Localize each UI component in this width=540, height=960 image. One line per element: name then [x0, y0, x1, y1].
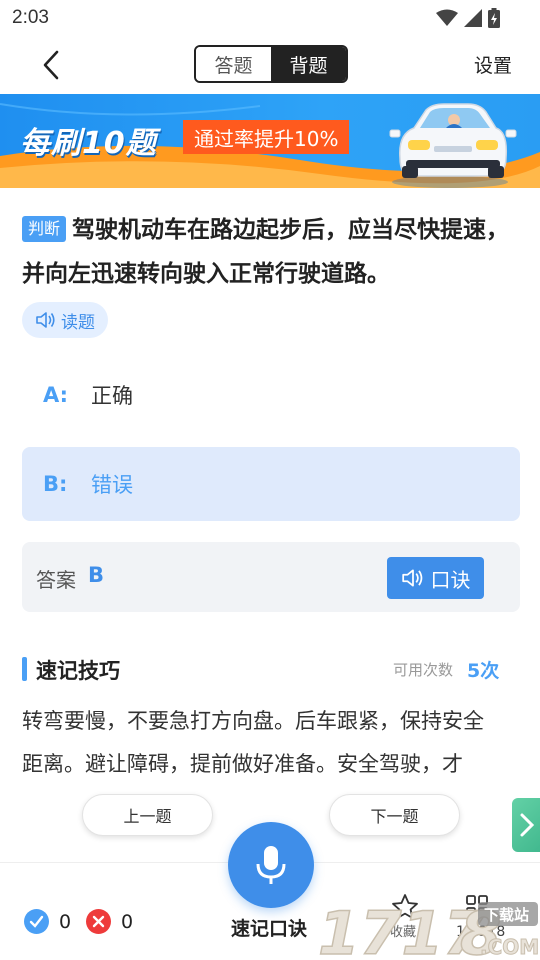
side-next-tab[interactable]	[512, 798, 540, 852]
question-text-block: 判断 驾驶机动车在路边起步后，应当尽快提速，并向左迅速转向驶入正常行驶道路。	[22, 208, 522, 296]
tips-body: 转弯要慢，不要急打方向盘。后车跟紧，保持安全距离。避让障碍，提前做好准备。安全驾…	[22, 709, 484, 776]
banner-title: 每刷10题	[20, 126, 157, 161]
header: 答题 背题 设置	[0, 36, 540, 94]
answer-label: 答案	[36, 568, 76, 592]
read-question-label: 读题	[61, 312, 95, 333]
status-time: 2:03	[12, 7, 49, 28]
signal-icon	[464, 9, 482, 27]
wifi-icon	[436, 9, 458, 26]
tab-memorize[interactable]: 背题	[271, 47, 346, 81]
svg-text:下载站: 下载站	[484, 906, 529, 924]
section-accent-bar	[22, 657, 27, 681]
option-key: A:	[43, 383, 69, 407]
option-b[interactable]: B: 错误	[22, 447, 520, 521]
tab-answer[interactable]: 答题	[196, 47, 271, 81]
mode-segmented-control: 答题 背题	[194, 45, 348, 83]
status-bar: 2:03	[0, 0, 540, 36]
status-icons	[436, 8, 500, 28]
speaker-icon	[401, 569, 422, 587]
chevron-left-icon	[43, 50, 59, 80]
option-text: 错误	[91, 473, 133, 497]
option-a[interactable]: A: 正确	[22, 358, 520, 432]
mnemonic-button[interactable]: 口诀	[387, 557, 484, 599]
settings-button[interactable]: 设置	[474, 51, 512, 78]
question-type-badge: 判断	[22, 216, 67, 242]
option-key: B:	[43, 472, 68, 496]
answer-box: 答案 B 口诀	[22, 542, 520, 612]
speaker-icon	[36, 312, 55, 328]
battery-icon	[488, 8, 500, 28]
read-question-button[interactable]: 读题	[22, 302, 108, 338]
next-question-button[interactable]: 下一题	[329, 794, 460, 836]
wrong-count: 0	[121, 910, 134, 933]
option-text: 正确	[91, 384, 133, 408]
correct-counter[interactable]: 0	[24, 909, 71, 934]
mic-button[interactable]	[228, 822, 314, 908]
site-watermark-logo: 1717 8 下载站 .COM	[317, 898, 539, 960]
prev-question-button[interactable]: 上一题	[82, 794, 213, 836]
microphone-icon	[256, 846, 286, 884]
car-illustration-icon	[389, 103, 517, 188]
banner-tag: 通过率提升10%	[183, 120, 350, 154]
back-button[interactable]	[36, 48, 70, 82]
wrong-counter[interactable]: 0	[86, 909, 133, 934]
svg-text:.COM: .COM	[480, 935, 539, 959]
question: 判断 驾驶机动车在路边起步后，应当尽快提速，并向左迅速转向驶入正常行驶道路。	[22, 208, 522, 296]
correct-count: 0	[59, 910, 72, 933]
answer-value: B	[88, 563, 105, 587]
chevron-right-icon	[520, 813, 535, 837]
mnemonic-label: 口诀	[430, 567, 471, 592]
question-text: 驾驶机动车在路边起步后，应当尽快提速，并向左迅速转向驶入正常行驶道路。	[22, 217, 510, 287]
cross-icon	[86, 909, 111, 934]
mic-label: 速记口诀	[231, 918, 308, 940]
tips-title: 速记技巧	[36, 659, 120, 683]
tips-count-label: 可用次数	[393, 661, 454, 679]
check-icon	[24, 909, 49, 934]
tips-count: 5次	[467, 660, 500, 682]
promo-banner[interactable]: 每刷10题 通过率提升10%	[0, 94, 540, 188]
